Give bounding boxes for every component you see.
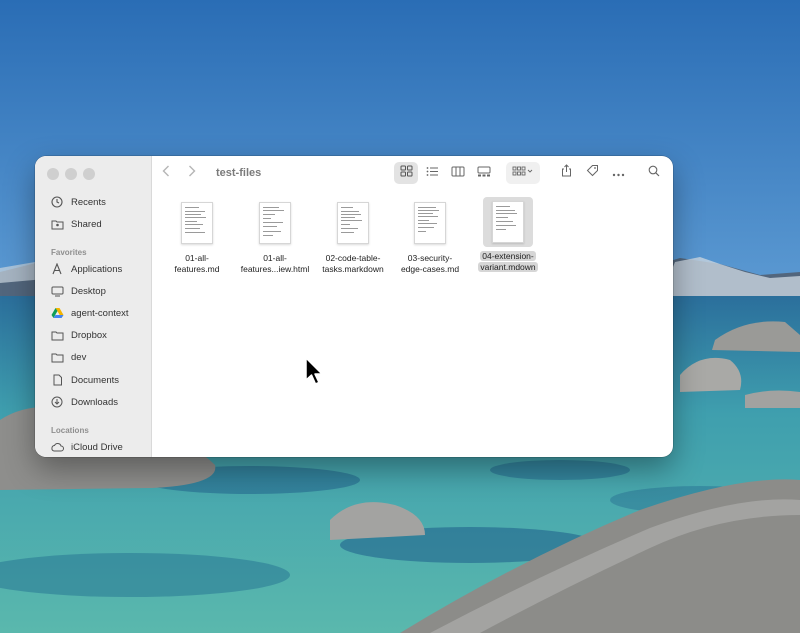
chevron-right-icon <box>188 164 196 182</box>
close-window-button[interactable] <box>47 168 59 180</box>
file-item-selected[interactable]: 04-extension-variant.mdown <box>473 197 543 273</box>
sidebar-item-dropbox[interactable]: Dropbox <box>50 326 148 344</box>
more-actions-button[interactable] <box>606 162 630 184</box>
markdown-file-icon <box>414 202 446 244</box>
forward-button[interactable] <box>182 162 202 184</box>
sidebar-item-label: iCloud Drive <box>71 441 123 453</box>
file-thumbnail-wrapper <box>318 202 388 244</box>
sidebar-item-label: agent-context <box>71 307 129 319</box>
sidebar-item-label: Shared <box>71 218 102 230</box>
download-icon <box>50 395 64 409</box>
markdown-file-icon <box>492 201 524 243</box>
icon-view-icon <box>400 164 413 182</box>
file-name: 01-all-features.md <box>174 253 220 274</box>
column-view-button[interactable] <box>446 162 470 184</box>
mouse-cursor-icon <box>304 356 326 393</box>
finder-toolbar: test-files <box>152 156 673 192</box>
minimize-window-button[interactable] <box>65 168 77 180</box>
google-drive-icon <box>50 306 64 320</box>
file-name: 04-extension-variant.mdown <box>478 251 538 272</box>
sidebar-item-downloads[interactable]: Downloads <box>50 393 148 411</box>
sidebar-item-label: Desktop <box>71 285 106 297</box>
file-thumbnail-wrapper <box>240 202 310 244</box>
back-button[interactable] <box>156 162 176 184</box>
gallery-view-button[interactable] <box>472 162 496 184</box>
sidebar-item-label: Downloads <box>71 396 118 408</box>
zoom-window-button[interactable] <box>83 168 95 180</box>
html-file-icon <box>259 202 291 244</box>
folder-icon <box>50 328 64 342</box>
search-button[interactable] <box>642 162 666 184</box>
applications-icon <box>50 262 64 276</box>
sidebar-item-shared[interactable]: Shared <box>50 215 148 233</box>
file-name: 02-code-table-tasks.markdown <box>322 253 384 274</box>
finder-sidebar: Recents Shared Favorites Applications De… <box>35 156 152 457</box>
sidebar-item-label: Applications <box>71 263 123 275</box>
file-item[interactable]: 01-all-features.md <box>162 202 232 275</box>
sidebar-item-label: Documents <box>71 374 120 386</box>
desktop-icon <box>50 284 64 298</box>
clock-icon <box>50 195 64 209</box>
sidebar-item-label: Recents <box>71 196 106 208</box>
sidebar-item-desktop[interactable]: Desktop <box>50 282 148 300</box>
file-name: 01-all-features...iew.html <box>240 253 310 274</box>
tag-icon <box>586 164 599 182</box>
markdown-file-icon <box>181 202 213 244</box>
sidebar-item-icloud-drive[interactable]: iCloud Drive <box>50 438 148 456</box>
favorites-header: Favorites <box>51 248 87 257</box>
search-icon <box>648 164 660 182</box>
icon-view-button[interactable] <box>394 162 418 184</box>
sidebar-item-documents[interactable]: Documents <box>50 371 148 389</box>
sidebar-item-recents[interactable]: Recents <box>50 193 148 211</box>
chevron-left-icon <box>162 164 170 182</box>
tag-button[interactable] <box>580 162 604 184</box>
markdown-file-icon <box>337 202 369 244</box>
locations-header: Locations <box>51 426 89 435</box>
document-icon <box>50 373 64 387</box>
file-item[interactable]: 03-security-edge-cases.md <box>395 202 465 275</box>
cloud-icon <box>50 440 64 454</box>
column-view-icon <box>451 164 465 182</box>
sidebar-item-label: dev <box>71 351 87 363</box>
window-title: test-files <box>216 167 262 179</box>
share-icon <box>561 164 572 182</box>
file-thumbnail-wrapper <box>162 202 232 244</box>
more-icon <box>612 164 625 182</box>
group-by-icon <box>512 164 534 182</box>
group-by-button[interactable] <box>506 162 540 184</box>
share-button[interactable] <box>554 162 578 184</box>
list-view-button[interactable] <box>420 162 444 184</box>
sidebar-item-label: Dropbox <box>71 329 107 341</box>
file-thumbnail-wrapper <box>395 202 465 244</box>
list-view-icon <box>426 164 439 182</box>
file-item[interactable]: 02-code-table-tasks.markdown <box>318 202 388 275</box>
file-thumbnail-wrapper <box>483 197 533 247</box>
sidebar-item-agent-context[interactable]: agent-context <box>50 304 148 322</box>
gallery-view-icon <box>477 164 491 182</box>
sidebar-item-dev[interactable]: dev <box>50 348 148 366</box>
folder-icon <box>50 350 64 364</box>
file-name: 03-security-edge-cases.md <box>400 253 460 274</box>
sidebar-item-applications[interactable]: Applications <box>50 260 148 278</box>
file-item[interactable]: 01-all-features...iew.html <box>240 202 310 275</box>
shared-folder-icon <box>50 217 64 231</box>
finder-window: Recents Shared Favorites Applications De… <box>35 156 673 457</box>
